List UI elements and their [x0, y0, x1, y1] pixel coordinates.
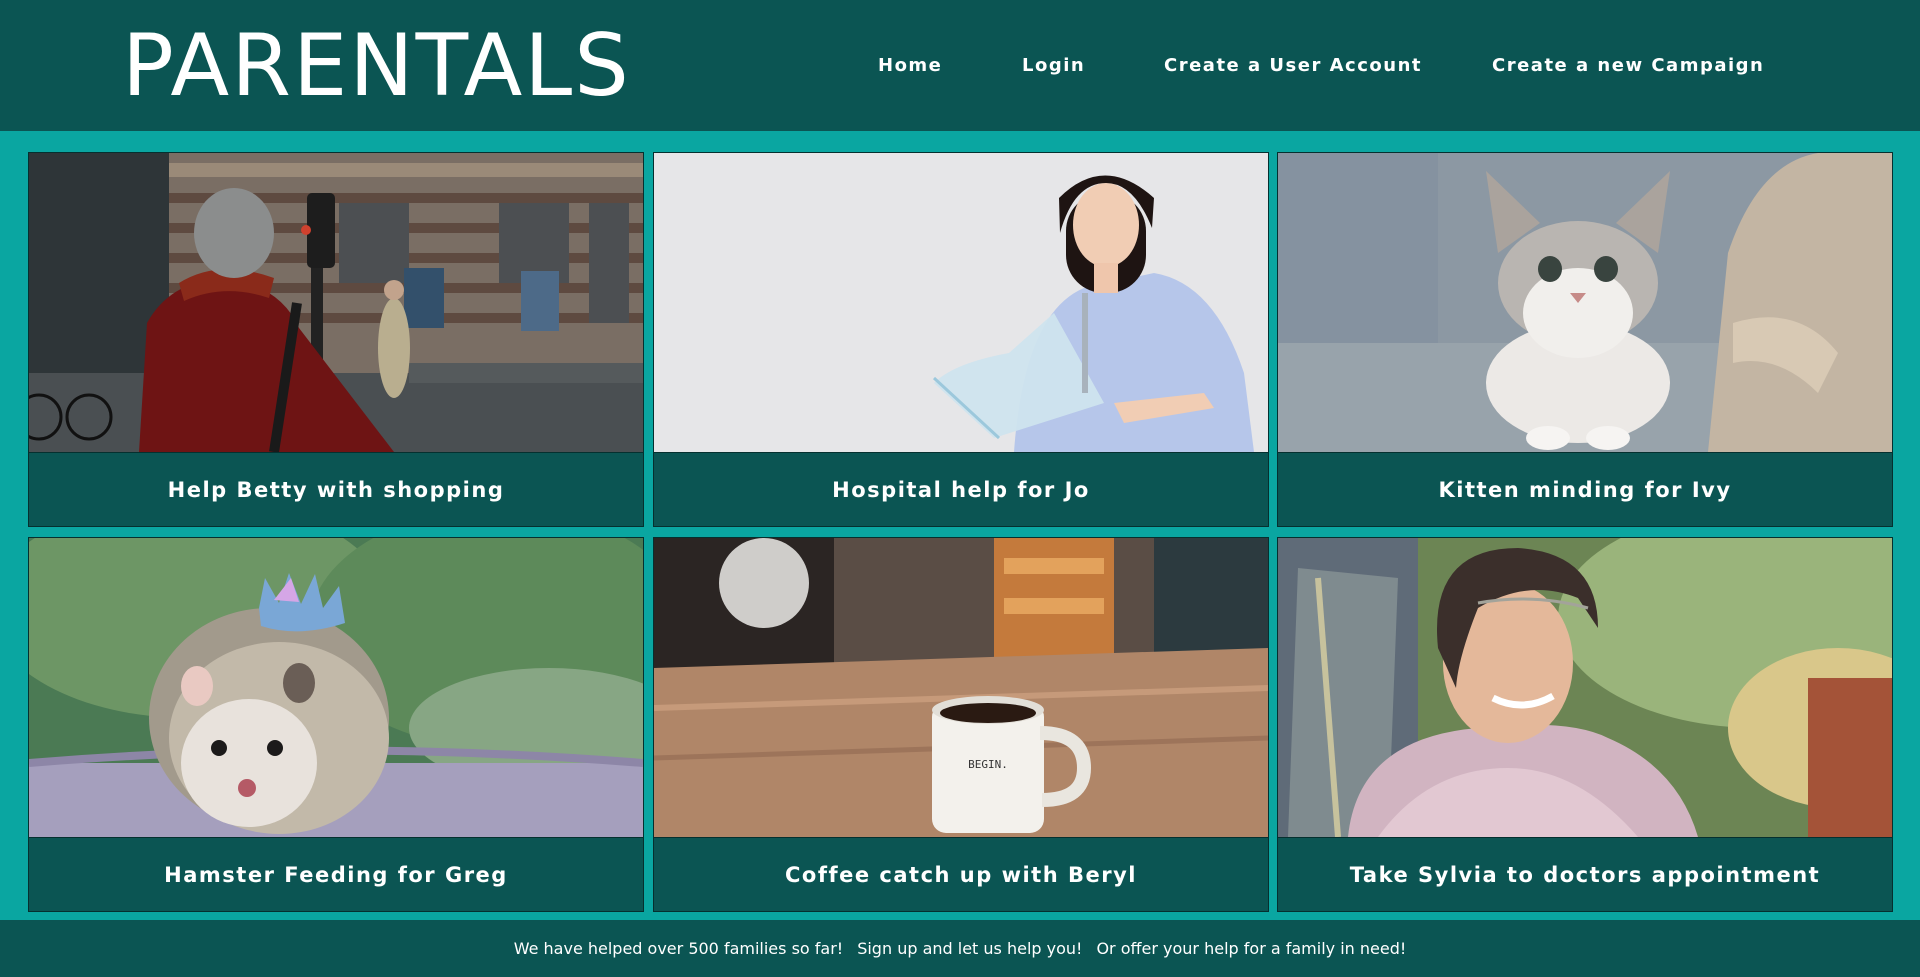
mug-text: BEGIN.	[968, 758, 1008, 771]
campaign-photo[interactable]	[29, 538, 643, 837]
campaign-photo[interactable]	[1278, 153, 1892, 452]
nav-home-link[interactable]: Home	[878, 54, 942, 78]
campaign-title[interactable]: Help Betty with shopping	[29, 452, 643, 526]
campaign-title[interactable]: Hospital help for Jo	[654, 452, 1268, 526]
campaign-photo[interactable]: BEGIN.	[654, 538, 1268, 837]
campaign-card[interactable]: Hamster Feeding for Greg	[28, 537, 644, 912]
footer-text-families: We have helped over 500 families so far!	[513, 939, 844, 958]
footer-text-offer-help: Or offer your help for a family in need!	[1096, 939, 1407, 958]
campaign-card[interactable]: Take Sylvia to doctors appointment	[1277, 537, 1893, 912]
campaign-card[interactable]: Hospital help for Jo	[653, 152, 1269, 527]
campaign-title[interactable]: Coffee catch up with Beryl	[654, 837, 1268, 911]
nav-create-campaign-link[interactable]: Create a new Campaign	[1492, 54, 1764, 78]
campaign-title[interactable]: Hamster Feeding for Greg	[29, 837, 643, 911]
main-nav: Home Login Create a User Account Create …	[0, 54, 1920, 78]
footer-text-signup: Sign up and let us help you!	[857, 939, 1083, 958]
campaign-title[interactable]: Kitten minding for Ivy	[1278, 452, 1892, 526]
campaign-photo[interactable]	[1278, 538, 1892, 837]
campaign-title[interactable]: Take Sylvia to doctors appointment	[1278, 837, 1892, 911]
campaign-card[interactable]: BEGIN. Coffee catch up with Beryl	[653, 537, 1269, 912]
nav-create-user-link[interactable]: Create a User Account	[1164, 54, 1422, 78]
nav-login-link[interactable]: Login	[1022, 54, 1085, 78]
campaign-photo[interactable]	[654, 153, 1268, 452]
site-header: PARENTALS Home Login Create a User Accou…	[0, 0, 1920, 131]
campaign-card[interactable]: Kitten minding for Ivy	[1277, 152, 1893, 527]
campaign-photo[interactable]	[29, 153, 643, 452]
campaign-card[interactable]: Help Betty with shopping	[28, 152, 644, 527]
site-footer: We have helped over 500 families so far!…	[0, 920, 1920, 977]
